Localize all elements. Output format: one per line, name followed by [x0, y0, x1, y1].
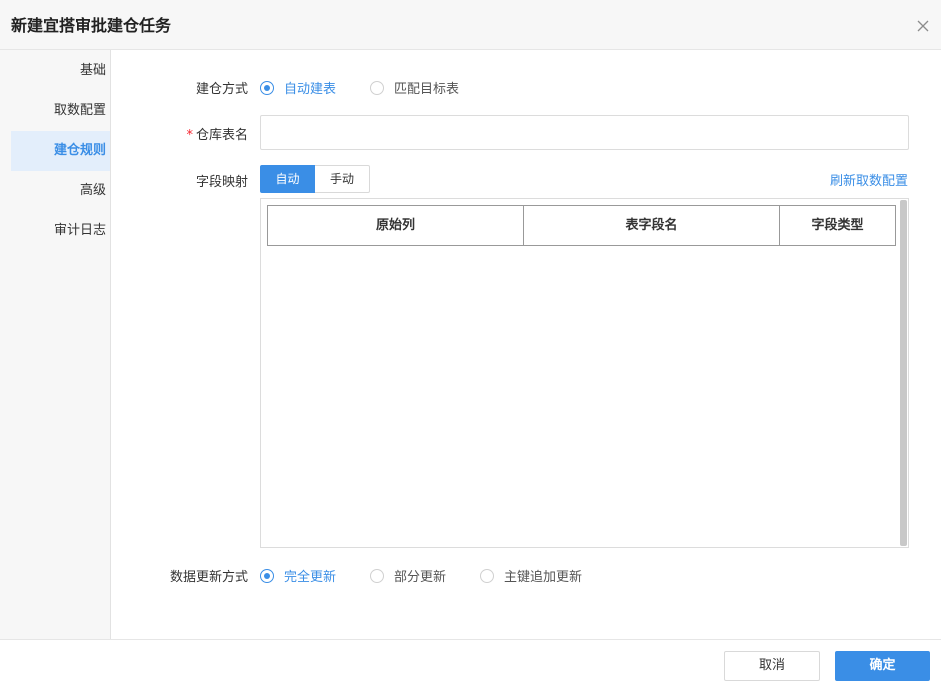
field-mapping-table: 原始列 表字段名 字段类型: [260, 198, 909, 548]
table-header: 原始列 表字段名 字段类型: [267, 205, 896, 246]
sidebar: 基础 取数配置 建仓规则 高级 审计日志: [0, 50, 111, 639]
mapping-mode-auto-button[interactable]: 自动: [260, 165, 315, 193]
required-mark: *: [186, 128, 193, 143]
radio-unchecked-icon: [370, 80, 384, 95]
column-header-source: 原始列: [375, 218, 415, 233]
table-name-label: * 仓库表名: [118, 124, 248, 143]
sidebar-item-advanced[interactable]: 高级: [11, 171, 110, 211]
radio-full-update[interactable]: 完全更新: [260, 566, 336, 585]
dialog-title: 新建宜搭审批建仓任务: [11, 16, 172, 35]
sidebar-item-audit-log[interactable]: 审计日志: [11, 211, 110, 251]
column-header-field-type: 字段类型: [779, 206, 895, 245]
table-name-input[interactable]: [260, 115, 909, 150]
table-scrollbar[interactable]: [900, 200, 907, 546]
radio-checked-icon: [260, 80, 274, 95]
mapping-mode-manual-button[interactable]: 手动: [315, 165, 370, 193]
radio-unchecked-icon: [370, 568, 384, 583]
radio-partial-update[interactable]: 部分更新: [370, 566, 446, 585]
sidebar-item-data-config[interactable]: 取数配置: [11, 91, 110, 131]
mapping-mode-toggle: 自动 手动: [260, 165, 370, 193]
column-header-field-name: 表字段名: [523, 206, 779, 245]
radio-label: 主键追加更新: [504, 570, 583, 585]
radio-primary-key-append[interactable]: 主键追加更新: [480, 566, 582, 585]
radio-auto-create-table[interactable]: 自动建表: [260, 78, 336, 97]
refresh-data-config-link[interactable]: 刷新取数配置: [830, 170, 908, 189]
radio-label: 完全更新: [284, 570, 337, 585]
close-icon[interactable]: [917, 20, 929, 32]
dialog-header: 新建宜搭审批建仓任务: [0, 0, 941, 50]
confirm-button[interactable]: 确定: [835, 651, 930, 681]
build-mode-label: 建仓方式: [195, 82, 248, 97]
sidebar-item-warehouse-rules[interactable]: 建仓规则: [11, 131, 110, 171]
field-mapping-label: 字段映射: [195, 175, 248, 190]
dialog-footer: 取消 确定: [0, 639, 941, 693]
cancel-button[interactable]: 取消: [724, 651, 820, 681]
radio-label: 匹配目标表: [394, 82, 460, 97]
sidebar-item-basic[interactable]: 基础: [11, 51, 110, 91]
radio-match-target-table[interactable]: 匹配目标表: [370, 78, 459, 97]
radio-label: 部分更新: [394, 570, 447, 585]
table-name-label-text: 仓库表名: [195, 128, 248, 143]
update-mode-label: 数据更新方式: [169, 570, 248, 585]
radio-checked-icon: [260, 568, 274, 583]
radio-label: 自动建表: [284, 82, 337, 97]
radio-unchecked-icon: [480, 568, 494, 583]
